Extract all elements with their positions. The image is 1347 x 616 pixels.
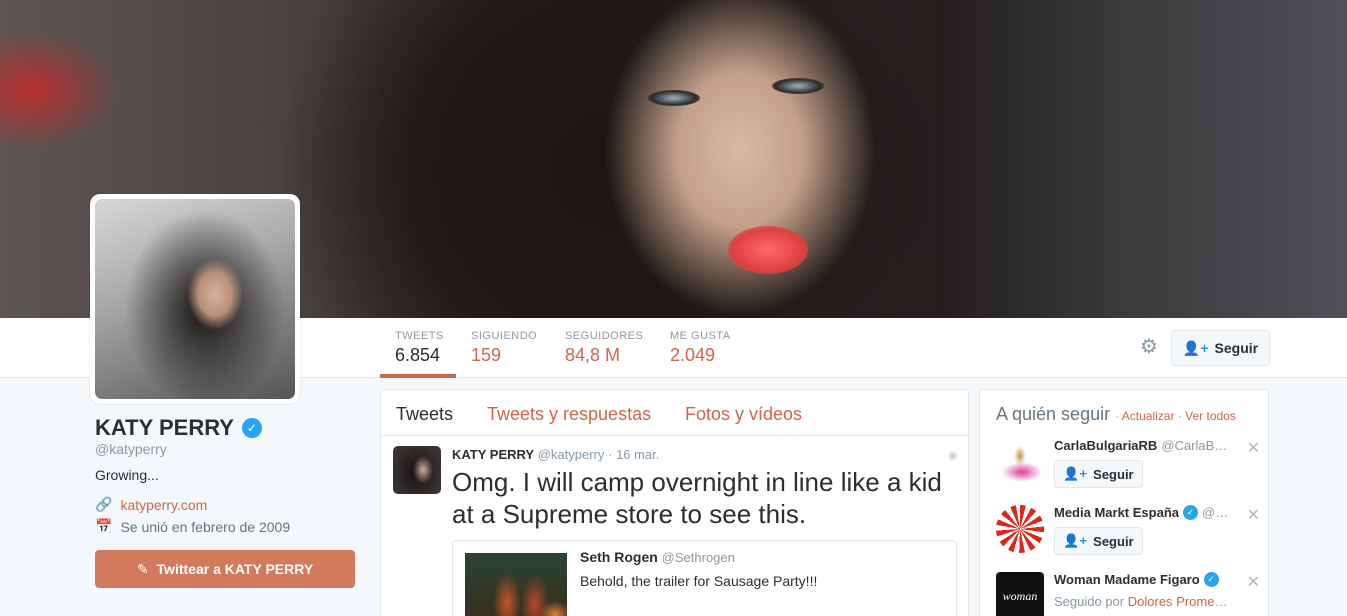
nav-stat-likes[interactable]: ME GUSTA 2.049 (670, 330, 731, 366)
quoted-author-handle: @Sethrogen (661, 550, 735, 565)
suggestion-name: Media Markt España (1054, 505, 1179, 520)
suggestion-item: Media Markt España ✓ @M… ✕ 👤+ Seguir (996, 505, 1266, 559)
nav-stat-value: 159 (471, 345, 502, 365)
follow-button-label: Seguir (1214, 340, 1259, 356)
add-user-icon: 👤+ (1182, 339, 1209, 356)
follow-button-label: Seguir (1093, 466, 1134, 482)
verified-badge-icon: ✓ (1183, 505, 1198, 520)
nav-stat-value: 2.049 (670, 345, 716, 365)
close-icon[interactable]: ✕ (1247, 438, 1260, 458)
timeline-tabs: Tweets Tweets y respuestas Fotos y vídeo… (381, 390, 968, 436)
avatar[interactable]: woman (996, 572, 1044, 616)
suggestion-name-row[interactable]: Media Markt España ✓ @M… (1054, 505, 1232, 520)
profile-joined: 📅 Se unió en febrero de 2009 (95, 518, 290, 535)
profile-url-text[interactable]: katyperry.com (120, 497, 207, 513)
link-icon: 🔗 (95, 496, 113, 512)
nav-stat-value: 84,8 M (565, 345, 621, 365)
followed-by: Seguido por Dolores Promes… (1054, 594, 1232, 609)
nav-stat-followers[interactable]: SEGUIDORES 84,8 M (565, 330, 643, 366)
profile-name-text: KATY PERRY (95, 415, 234, 440)
nav-stat-following[interactable]: SIGUIENDO 159 (471, 330, 537, 366)
profile-url[interactable]: 🔗 katyperry.com (95, 496, 207, 513)
avatar[interactable] (996, 505, 1044, 553)
close-icon[interactable]: ✕ (1247, 572, 1260, 592)
profile-avatar-frame[interactable] (90, 194, 300, 404)
profile-joined-text: Se unió en febrero de 2009 (120, 518, 291, 535)
profile-name[interactable]: KATY PERRY ✓ (95, 415, 262, 441)
follow-button-label: Seguir (1093, 533, 1134, 549)
tab-photos-and-videos[interactable]: Fotos y vídeos (685, 404, 802, 425)
suggestion-name-row[interactable]: CarlaBulgariaRB @CarlaBul… (1054, 438, 1232, 453)
follow-button[interactable]: 👤+ Seguir (1171, 330, 1270, 366)
nav-stat-label: TWEETS (395, 330, 444, 342)
suggestion-name: Woman Madame Figaro (1054, 572, 1200, 587)
follow-button[interactable]: 👤+ Seguir (1054, 527, 1143, 555)
avatar (95, 199, 295, 399)
who-to-follow-header: A quién seguir · Actualizar · Ver todos (996, 404, 1236, 425)
suggestion-item: woman Woman Madame Figaro ✓ ✕ Seguido po… (996, 572, 1266, 616)
verified-badge-icon: ✓ (1203, 572, 1219, 587)
avatar[interactable] (996, 438, 1044, 486)
tweet-to-label: Twittear a KATY PERRY (156, 561, 314, 577)
tweet-author-handle[interactable]: @katyperry (538, 447, 605, 462)
tweet-menu-icon[interactable]: ◉ (948, 448, 958, 462)
add-user-icon: 👤+ (1063, 533, 1088, 548)
suggestion-name-row[interactable]: Woman Madame Figaro ✓ (1054, 572, 1232, 587)
profile-bio: Growing... (95, 467, 159, 483)
suggestion-name: CarlaBulgariaRB (1054, 438, 1158, 453)
timeline: Tweets Tweets y respuestas Fotos y vídeo… (380, 389, 969, 616)
tab-tweets[interactable]: Tweets (396, 404, 453, 425)
quoted-tweet[interactable]: Seth Rogen @Sethrogen Behold, the traile… (452, 540, 957, 616)
tweet-date[interactable]: · 16 mar. (608, 447, 659, 462)
suggestion-handle: @M… (1202, 505, 1232, 520)
follow-button[interactable]: 👤+ Seguir (1054, 460, 1143, 488)
who-to-follow-title: A quién seguir (996, 404, 1111, 424)
quoted-tweet-image (465, 553, 567, 616)
banner-eye (648, 90, 700, 106)
banner-eye (772, 78, 824, 94)
quoted-tweet-text: Behold, the trailer for Sausage Party!!! (580, 573, 818, 589)
tweet-header: KATY PERRY @katyperry · 16 mar. (452, 447, 659, 462)
tweet-text: Omg. I will camp overnight in line like … (452, 467, 942, 529)
suggestion-handle: @CarlaBul… (1161, 438, 1232, 453)
nav-stat-value: 6.854 (395, 345, 441, 365)
verified-badge-icon: ✓ (241, 418, 262, 438)
followed-by-prefix: Seguido por (1054, 594, 1125, 609)
view-all-link[interactable]: Ver todos (1185, 409, 1236, 423)
close-icon[interactable]: ✕ (1247, 505, 1260, 525)
avatar[interactable] (393, 446, 441, 494)
suggestion-item: CarlaBulgariaRB @CarlaBul… ✕ 👤+ Seguir (996, 438, 1266, 492)
add-user-icon: 👤+ (1063, 466, 1088, 481)
profile-handle[interactable]: @katyperry (95, 441, 167, 457)
compose-icon: ✎ (136, 560, 149, 577)
nav-stat-label: SEGUIDORES (565, 330, 644, 342)
banner-lips (728, 226, 808, 274)
followed-by-link[interactable]: Dolores Promes… (1128, 594, 1232, 609)
who-to-follow: A quién seguir · Actualizar · Ver todos … (979, 389, 1269, 616)
tweet-author-name[interactable]: KATY PERRY (452, 447, 534, 462)
calendar-icon: 📅 (95, 518, 113, 534)
quoted-tweet-header: Seth Rogen @Sethrogen (580, 549, 735, 565)
separator: · (1115, 409, 1120, 423)
active-tab-underline (380, 374, 456, 378)
refresh-link[interactable]: Actualizar (1122, 409, 1175, 423)
nav-stat-label: SIGUIENDO (471, 330, 538, 342)
nav-stat-tweets[interactable]: TWEETS 6.854 (395, 330, 444, 366)
tab-tweets-and-replies[interactable]: Tweets y respuestas (487, 404, 651, 425)
quoted-author-name: Seth Rogen (580, 549, 658, 565)
gear-icon[interactable]: ⚙ (1138, 336, 1160, 358)
tweet-to-button[interactable]: ✎ Twittear a KATY PERRY (95, 550, 355, 588)
nav-stat-label: ME GUSTA (670, 330, 731, 342)
separator: · (1177, 409, 1182, 423)
